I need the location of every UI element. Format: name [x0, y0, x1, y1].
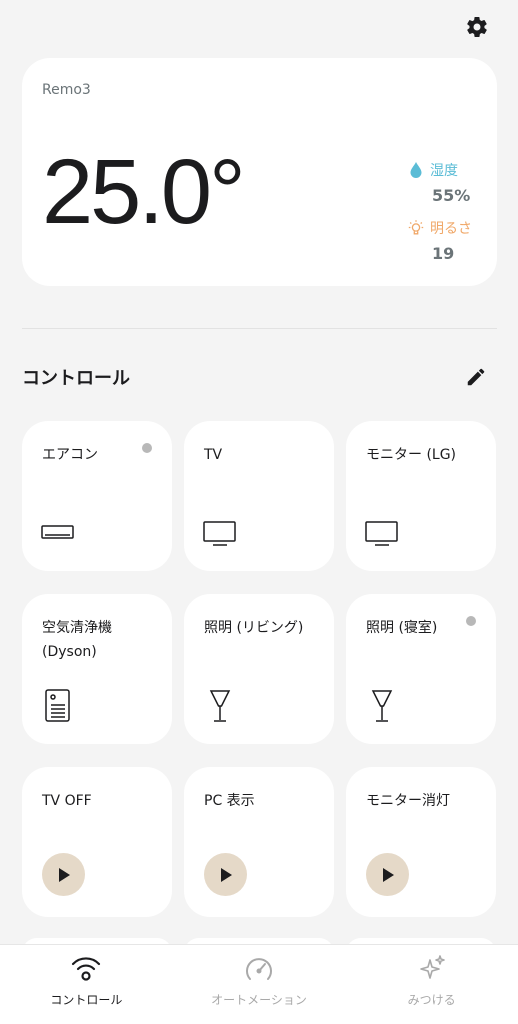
tab-label: オートメーション — [211, 993, 307, 1007]
lamp-icon — [209, 690, 231, 722]
brightness-sensor: 明るさ 19 — [408, 218, 472, 263]
play-icon — [58, 867, 70, 882]
tab-label: コントロール — [50, 993, 123, 1007]
play-button[interactable] — [42, 853, 85, 896]
tile-scene-monitor-off[interactable]: モニター消灯 — [346, 767, 496, 917]
gear-icon — [467, 16, 487, 38]
tile-monitor-lg[interactable]: モニター (LG) — [346, 421, 496, 571]
device-name: Remo3 — [42, 82, 91, 98]
tile-scene-tv-off[interactable]: TV OFF — [22, 767, 172, 917]
humidity-value: 55% — [432, 186, 471, 205]
light-bulb-icon — [408, 220, 424, 235]
pencil-icon — [467, 368, 485, 386]
water-drop-icon — [410, 162, 422, 178]
tv-icon — [203, 521, 236, 546]
tab-automation[interactable]: オートメーション — [173, 945, 346, 1024]
brightness-value: 19 — [432, 244, 455, 263]
tab-label: みつける — [407, 993, 456, 1007]
tile-label: TV OFF — [42, 793, 92, 809]
play-icon — [220, 867, 232, 882]
tile-label: モニター消灯 — [366, 793, 450, 809]
brightness-label: 明るさ — [430, 221, 472, 237]
tile-label: PC 表示 — [204, 793, 255, 809]
tile-label: モニター (LG) — [366, 447, 457, 463]
tile-scene-pc-display[interactable]: PC 表示 — [184, 767, 334, 917]
tile-tv[interactable]: TV — [184, 421, 334, 571]
section-title: コントロール — [22, 368, 130, 389]
status-dot — [142, 443, 152, 453]
air-conditioner-icon — [41, 525, 74, 539]
settings-button[interactable] — [462, 12, 492, 42]
tab-discover[interactable]: みつける — [345, 945, 518, 1024]
status-dot — [466, 616, 476, 626]
device-card[interactable]: Remo3 25.0° 湿度 55% 明るさ 19 — [22, 58, 497, 286]
tab-control[interactable]: コントロール — [0, 945, 173, 1024]
temperature-reading: 25.0° — [42, 141, 246, 243]
tile-light-bedroom[interactable]: 照明 (寝室) — [346, 594, 496, 744]
play-icon — [382, 867, 394, 882]
tile-label: 照明 (リビング) — [204, 620, 304, 636]
play-button[interactable] — [204, 853, 247, 896]
tile-air-conditioner[interactable]: エアコン — [22, 421, 172, 571]
tv-icon — [365, 521, 398, 546]
tile-air-purifier[interactable]: 空気清浄機 (Dyson) — [22, 594, 172, 744]
tile-label: 空気清浄機 (Dyson) — [42, 620, 112, 660]
tab-bar: コントロール オートメーション みつける — [0, 944, 518, 1024]
edit-button[interactable] — [465, 366, 487, 388]
sparkles-icon — [419, 955, 445, 979]
humidity-sensor: 湿度 55% — [408, 160, 470, 205]
lamp-icon — [371, 690, 393, 722]
wifi-remote-icon — [72, 957, 101, 981]
automation-gauge-icon — [246, 958, 272, 980]
humidity-label: 湿度 — [430, 163, 458, 179]
section-divider — [22, 328, 497, 329]
tile-light-living[interactable]: 照明 (リビング) — [184, 594, 334, 744]
air-purifier-icon — [45, 689, 70, 722]
play-button[interactable] — [366, 853, 409, 896]
tile-label: TV — [204, 447, 223, 463]
